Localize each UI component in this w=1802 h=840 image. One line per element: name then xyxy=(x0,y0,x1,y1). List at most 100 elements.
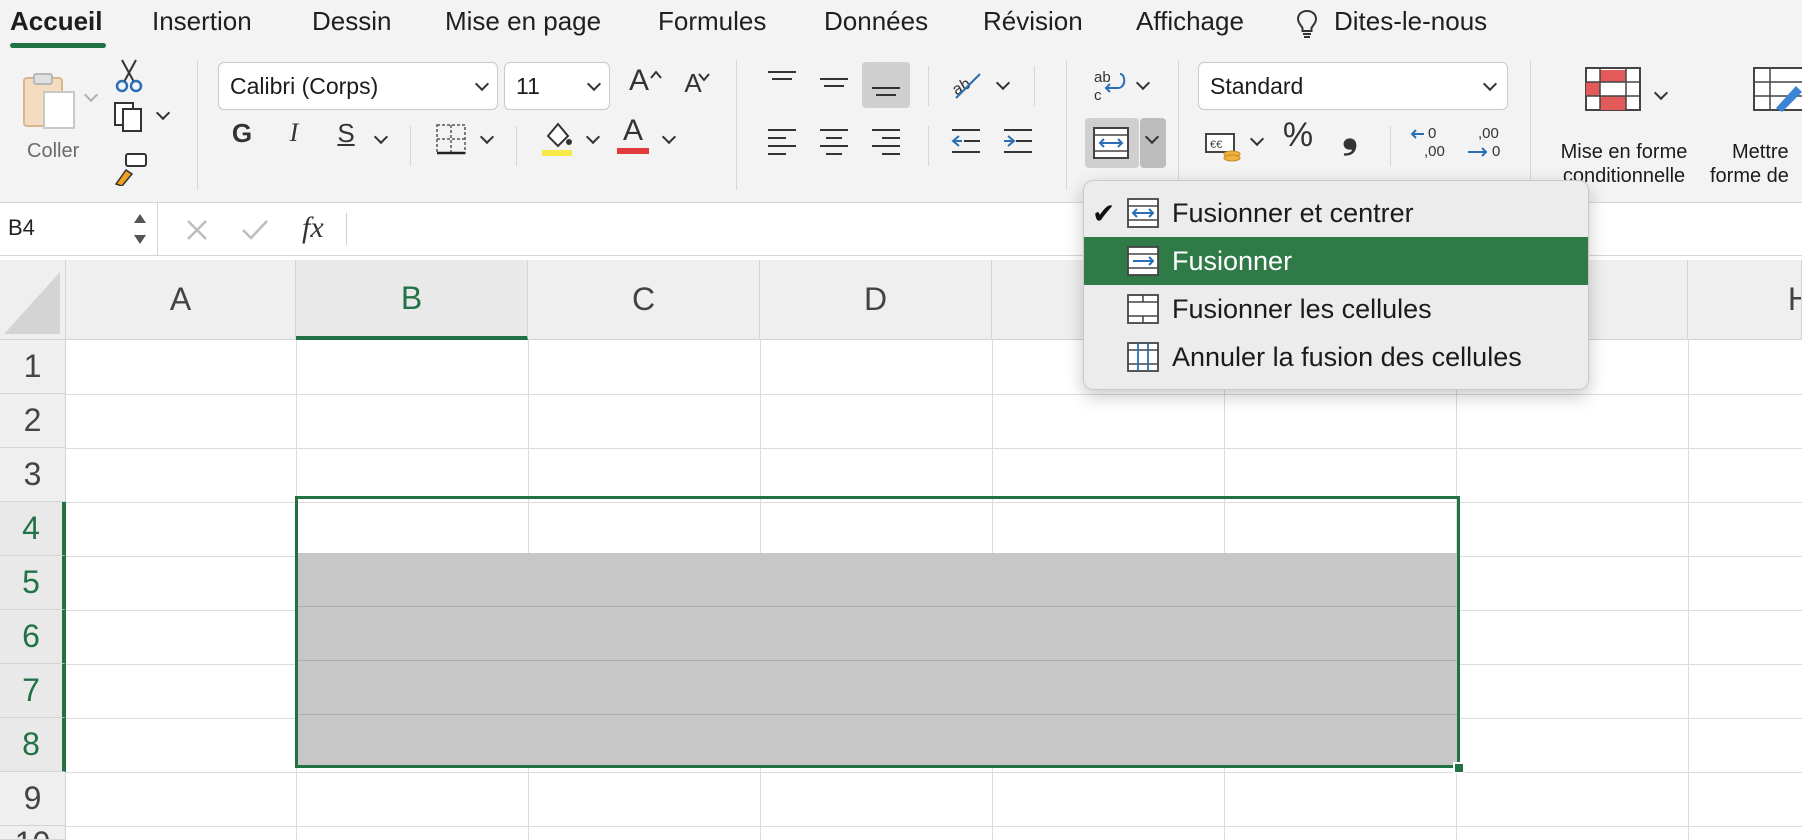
number-format-combo[interactable]: Standard xyxy=(1198,62,1508,110)
format-as-table-label-1[interactable]: Mettre xyxy=(1708,140,1802,164)
menu-item-merge-and-center[interactable]: ✔ Fusionner et centrer xyxy=(1084,189,1588,237)
checkmark-icon: ✔ xyxy=(1092,197,1116,229)
paste-clipboard-icon[interactable] xyxy=(18,70,80,132)
accounting-dropdown-caret[interactable] xyxy=(1249,131,1265,147)
menu-item-unmerge-cells[interactable]: Annuler la fusion des cellules xyxy=(1084,333,1588,381)
name-box-stepper-icon[interactable] xyxy=(132,211,148,247)
ribbon-separator xyxy=(410,126,411,166)
fill-color-dropdown-caret[interactable] xyxy=(585,129,601,145)
percent-style-button[interactable]: % xyxy=(1280,116,1316,155)
tab-affichage[interactable]: Affichage xyxy=(1136,6,1244,37)
svg-text:ab: ab xyxy=(950,75,974,99)
conditional-formatting-icon[interactable] xyxy=(1584,66,1642,112)
row-header-9[interactable]: 9 xyxy=(0,772,66,826)
align-middle-icon[interactable] xyxy=(818,68,850,98)
merge-center-icon xyxy=(1127,198,1159,228)
merge-cells-icon xyxy=(1127,294,1159,324)
row-header-5[interactable]: 5 xyxy=(0,556,66,610)
insert-function-button[interactable]: fx xyxy=(302,211,324,245)
merge-center-button-icon[interactable] xyxy=(1092,126,1130,160)
merge-options-menu: ✔ Fusionner et centrer Fusionner Fusionn… xyxy=(1083,180,1589,390)
column-header-c[interactable]: C xyxy=(528,260,760,340)
select-all-corner[interactable] xyxy=(0,260,66,340)
font-name-combo[interactable]: Calibri (Corps) xyxy=(218,62,498,110)
fill-handle[interactable] xyxy=(1453,762,1465,774)
italic-button[interactable]: I xyxy=(280,118,308,148)
row-header-8[interactable]: 8 xyxy=(0,718,66,772)
column-header-a[interactable]: A xyxy=(66,260,296,340)
accounting-format-icon[interactable]: €€ xyxy=(1204,128,1242,162)
borders-icon[interactable] xyxy=(434,122,468,156)
paste-dropdown-caret[interactable] xyxy=(83,87,99,103)
tab-insertion[interactable]: Insertion xyxy=(152,6,252,37)
align-top-icon[interactable] xyxy=(766,68,798,98)
align-left-icon[interactable] xyxy=(766,126,798,156)
row-header-4[interactable]: 4 xyxy=(0,502,66,556)
row-header-1[interactable]: 1 xyxy=(0,340,66,394)
selection-range-border[interactable] xyxy=(295,496,1460,768)
menu-item-merge-across[interactable]: Fusionner xyxy=(1084,237,1588,285)
row-header-3[interactable]: 3 xyxy=(0,448,66,502)
ribbon-separator xyxy=(736,60,737,190)
decrease-font-arrow-icon xyxy=(698,73,710,82)
font-color-dropdown-caret[interactable] xyxy=(661,129,677,145)
column-header-d[interactable]: D xyxy=(760,260,992,340)
decrease-decimal-icon[interactable]: ,00 0 xyxy=(1466,122,1510,160)
align-right-icon[interactable] xyxy=(870,126,902,156)
menu-item-merge-cells[interactable]: Fusionner les cellules xyxy=(1084,285,1588,333)
ribbon-separator xyxy=(197,60,198,190)
tab-formules[interactable]: Formules xyxy=(658,6,766,37)
row-header-2[interactable]: 2 xyxy=(0,394,66,448)
wrap-text-dropdown-caret[interactable] xyxy=(1135,75,1151,91)
copy-icon[interactable] xyxy=(112,100,146,134)
column-header-h[interactable]: H xyxy=(1688,260,1802,340)
ribbon-separator xyxy=(516,126,517,166)
underline-dropdown-caret[interactable] xyxy=(373,129,389,145)
font-size-combo[interactable]: 11 xyxy=(504,62,610,110)
increase-decimal-icon[interactable]: 0 ,00 xyxy=(1410,122,1454,160)
wrap-text-icon[interactable]: ab c xyxy=(1092,66,1128,102)
paste-label[interactable]: Coller xyxy=(27,140,79,163)
svg-text:€€: €€ xyxy=(1210,139,1222,151)
format-painter-icon[interactable] xyxy=(112,152,148,186)
row-header-7[interactable]: 7 xyxy=(0,664,66,718)
confirm-entry-icon[interactable] xyxy=(240,217,270,243)
align-center-icon[interactable] xyxy=(818,126,850,156)
fill-color-icon[interactable] xyxy=(540,118,574,158)
conditional-formatting-label-1[interactable]: Mise en forme xyxy=(1552,140,1696,164)
scissors-icon[interactable] xyxy=(114,58,144,94)
comma-style-button[interactable]: ❟ xyxy=(1336,112,1364,157)
font-color-button[interactable]: A xyxy=(616,114,650,148)
svg-text:,00: ,00 xyxy=(1424,143,1445,160)
ribbon-separator xyxy=(928,126,929,166)
cancel-entry-icon[interactable] xyxy=(184,217,210,243)
borders-dropdown-caret[interactable] xyxy=(479,129,495,145)
align-bottom-icon[interactable] xyxy=(870,68,902,98)
conditional-formatting-caret[interactable] xyxy=(1653,85,1669,101)
text-orientation-icon[interactable]: ab xyxy=(950,66,986,102)
format-as-table-icon[interactable] xyxy=(1752,66,1802,112)
tab-accueil[interactable]: Accueil xyxy=(10,6,103,37)
tab-donnees[interactable]: Données xyxy=(824,6,928,37)
tab-mise-en-page[interactable]: Mise en page xyxy=(445,6,601,37)
active-tab-indicator xyxy=(10,43,106,48)
tab-dites-le-nous[interactable]: Dites-le-nous xyxy=(1334,6,1487,37)
number-format-value: Standard xyxy=(1210,72,1304,99)
decrease-indent-icon[interactable] xyxy=(950,126,982,156)
font-color-swatch xyxy=(617,148,649,154)
tab-revision[interactable]: Révision xyxy=(983,6,1083,37)
bold-button[interactable]: G xyxy=(228,118,256,149)
underline-button[interactable]: S xyxy=(332,118,360,149)
column-header-b[interactable]: B xyxy=(296,260,528,340)
menu-item-label: Fusionner et centrer xyxy=(1172,197,1414,228)
ribbon-separator xyxy=(1530,60,1531,190)
row-header-6[interactable]: 6 xyxy=(0,610,66,664)
format-as-table-label-2[interactable]: forme de xyxy=(1708,164,1802,188)
row-header-10[interactable]: 10 xyxy=(0,826,66,840)
copy-dropdown-caret[interactable] xyxy=(155,105,171,121)
tab-dessin[interactable]: Dessin xyxy=(312,6,391,37)
lightbulb-icon[interactable] xyxy=(1294,8,1320,40)
formula-bar-separator xyxy=(346,213,347,245)
increase-indent-icon[interactable] xyxy=(1002,126,1034,156)
orientation-dropdown-caret[interactable] xyxy=(995,75,1011,91)
